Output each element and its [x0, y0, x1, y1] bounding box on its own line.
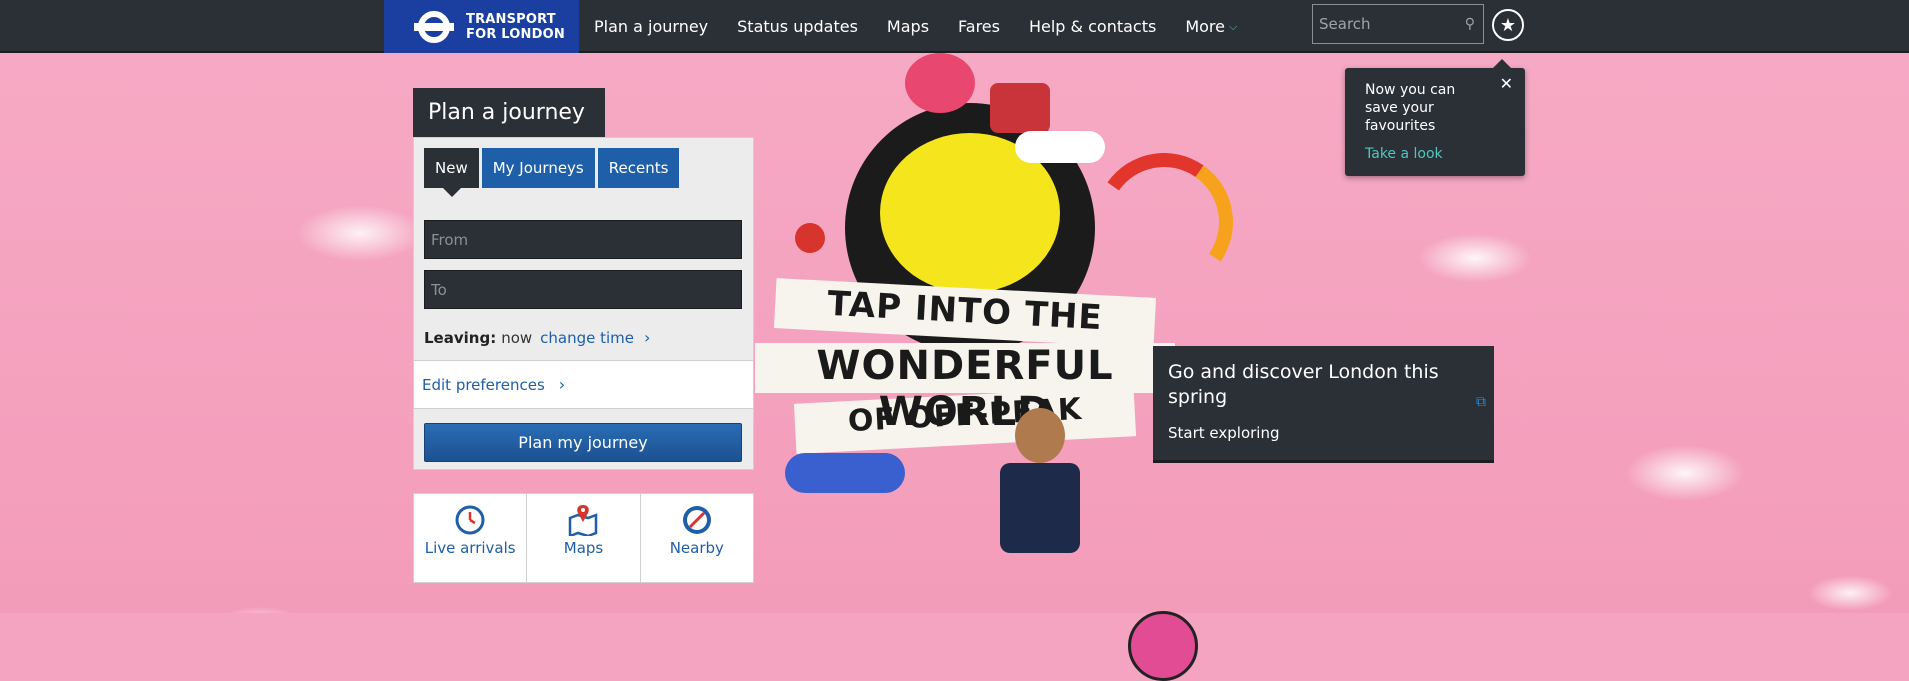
close-icon[interactable]: ✕: [1500, 74, 1513, 93]
search-input[interactable]: [1313, 5, 1465, 43]
leaving-value: now: [501, 328, 533, 347]
to-field-wrapper: [424, 270, 742, 309]
edit-preferences-link[interactable]: Edit preferences: [422, 376, 545, 394]
favourites-tooltip: Now you can save your favourites Take a …: [1345, 59, 1525, 176]
top-navigation-bar: TRANSPORT FOR LONDON Plan a journey Stat…: [0, 0, 1909, 53]
from-input[interactable]: [425, 221, 741, 258]
search-icon[interactable]: ⚲: [1465, 16, 1475, 32]
journey-planner-panel: New My Journeys Recents Leaving: now cha…: [413, 137, 754, 470]
tooltip-take-a-look-link[interactable]: Take a look: [1365, 146, 1443, 162]
hero-cloud: [1015, 131, 1105, 163]
hero-children: [985, 408, 1115, 613]
promo-subtitle[interactable]: Start exploring: [1168, 424, 1279, 442]
search-box: ⚲: [1312, 4, 1484, 44]
chevron-right-icon: ›: [558, 375, 566, 394]
logo-line-2: FOR LONDON: [466, 26, 565, 42]
tfl-logo[interactable]: TRANSPORT FOR LONDON: [384, 0, 579, 53]
planner-tabs: New My Journeys Recents: [424, 148, 682, 197]
compass-icon: [682, 506, 711, 534]
hero-flower: [905, 53, 975, 113]
quick-link-live-arrivals[interactable]: Live arrivals: [414, 494, 528, 582]
tab-new[interactable]: New: [424, 148, 479, 197]
change-time-link[interactable]: change time: [540, 329, 634, 347]
plan-my-journey-button[interactable]: Plan my journey: [424, 423, 742, 462]
nav-more[interactable]: More ⌵: [1185, 17, 1237, 36]
quick-link-nearby[interactable]: Nearby: [641, 494, 753, 582]
tooltip-text: Now you can save your favourites: [1365, 82, 1456, 134]
leaving-row: Leaving: now change time ›: [424, 328, 650, 347]
quick-link-maps[interactable]: Maps: [527, 494, 641, 582]
from-field-wrapper: [424, 220, 742, 259]
hero-raft: [785, 453, 905, 493]
quick-link-label: Nearby: [669, 539, 724, 557]
nav-help-contacts[interactable]: Help & contacts: [1029, 17, 1156, 36]
favourites-button[interactable]: ★: [1492, 9, 1524, 41]
hero-bus: [990, 83, 1050, 133]
nav-more-label: More: [1185, 17, 1225, 36]
nav-fares[interactable]: Fares: [958, 17, 1000, 36]
external-link-icon: ⧉: [1476, 394, 1486, 410]
planner-title: Plan a journey: [413, 88, 605, 137]
logo-text: TRANSPORT FOR LONDON: [466, 12, 565, 42]
roundel-icon: [414, 7, 454, 47]
tab-recents[interactable]: Recents: [597, 148, 680, 188]
promo-title: Go and discover London this spring: [1168, 361, 1439, 408]
nav-plan-a-journey[interactable]: Plan a journey: [594, 17, 708, 36]
tab-my-journeys[interactable]: My Journeys: [481, 148, 595, 188]
edit-preferences-row[interactable]: Edit preferences ›: [414, 360, 753, 409]
nav-maps[interactable]: Maps: [887, 17, 929, 36]
chevron-down-icon: ⌵: [1229, 19, 1238, 33]
clock-icon: [455, 505, 485, 535]
main-nav: Plan a journey Status updates Maps Fares…: [594, 0, 1266, 53]
leaving-label: Leaving:: [424, 328, 497, 347]
quick-link-label: Live arrivals: [424, 539, 516, 557]
nav-status-updates[interactable]: Status updates: [737, 17, 858, 36]
quick-link-label: Maps: [563, 539, 604, 557]
hero-football: [1128, 611, 1198, 681]
quick-links: Live arrivals Maps Nearby: [413, 493, 754, 583]
chevron-right-icon[interactable]: ›: [644, 328, 650, 347]
hero-artwork[interactable]: TAP INTO THE WONDERFUL WORLD OF OFF-PEAK: [755, 53, 1244, 681]
map-pin-icon: [569, 505, 598, 536]
promo-card[interactable]: Go and discover London this spring Start…: [1153, 346, 1494, 463]
logo-line-1: TRANSPORT: [466, 11, 556, 27]
star-icon: ★: [1499, 14, 1517, 36]
to-input[interactable]: [425, 271, 741, 308]
